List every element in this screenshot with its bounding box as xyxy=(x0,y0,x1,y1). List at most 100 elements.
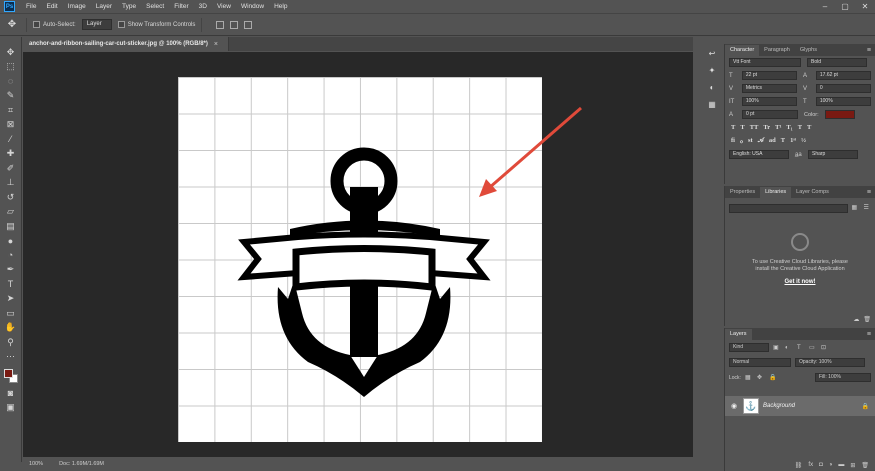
new-adjustment-icon[interactable]: ◑ xyxy=(829,462,833,469)
swatches-icon[interactable]: ▦ xyxy=(706,99,718,110)
marquee-tool-icon[interactable]: ⬚ xyxy=(3,60,19,75)
blend-mode-dropdown[interactable]: Normal xyxy=(729,358,791,367)
align-bottom-icon[interactable] xyxy=(244,20,253,29)
subscript-button[interactable]: T₁ xyxy=(786,124,792,131)
ligature-icon[interactable]: fi xyxy=(731,137,735,145)
fill-field[interactable]: Fill: 100% xyxy=(815,373,871,382)
maximize-button[interactable]: ▢ xyxy=(835,0,855,14)
tracking-field[interactable]: 0 xyxy=(815,84,871,93)
foreground-color-swatch[interactable] xyxy=(3,369,13,378)
document-canvas[interactable] xyxy=(178,77,542,442)
faux-italic-button[interactable]: T xyxy=(740,124,744,131)
language-dropdown[interactable]: English: USA xyxy=(729,150,789,159)
library-select[interactable] xyxy=(728,204,848,213)
document-tab[interactable]: anchor-and-ribbon-sailing-car-cut-sticke… xyxy=(23,37,229,51)
grid-view-icon[interactable]: ▦ xyxy=(852,204,860,213)
menu-filter[interactable]: Filter xyxy=(169,0,193,14)
tab-layer-comps[interactable]: Layer Comps xyxy=(791,187,834,198)
vertical-scale-field[interactable]: 100% xyxy=(741,97,797,106)
auto-select-dropdown[interactable]: Layer xyxy=(81,19,112,30)
quick-select-tool-icon[interactable]: ✎ xyxy=(3,89,19,104)
more-tools-icon[interactable]: ⋯ xyxy=(3,350,19,365)
delete-layer-icon[interactable]: 🗑 xyxy=(861,462,869,469)
filter-pixel-icon[interactable]: ▣ xyxy=(773,344,781,351)
lasso-tool-icon[interactable]: ◌ xyxy=(3,74,19,89)
lock-pixels-icon[interactable]: ▦ xyxy=(745,374,753,381)
strikethrough-button[interactable]: T xyxy=(807,124,811,131)
align-middle-icon[interactable] xyxy=(230,20,239,29)
tab-character[interactable]: Character xyxy=(725,45,760,56)
menu-image[interactable]: Image xyxy=(63,0,91,14)
dodge-tool-icon[interactable]: ◔ xyxy=(3,248,19,263)
lock-position-icon[interactable]: ✥ xyxy=(757,374,765,381)
cloud-sync-icon[interactable]: ☁ xyxy=(853,316,859,323)
all-caps-button[interactable]: TT xyxy=(750,124,759,131)
checkbox-box[interactable] xyxy=(117,21,125,28)
panel-menu-icon[interactable]: ≡ xyxy=(867,45,875,56)
menu-3d[interactable]: 3D xyxy=(194,0,212,14)
fractions-icon[interactable]: ½ xyxy=(801,137,806,145)
crop-tool-icon[interactable]: ⌗ xyxy=(3,103,19,118)
history-brush-tool-icon[interactable]: ↺ xyxy=(3,190,19,205)
pen-tool-icon[interactable]: ✒ xyxy=(3,263,19,278)
horizontal-scale-field[interactable]: 100% xyxy=(815,97,871,106)
discretionary-icon[interactable]: st xyxy=(748,137,753,145)
new-layer-icon[interactable]: ⊞ xyxy=(850,462,855,469)
leading-field[interactable]: 17.62 pt xyxy=(815,71,871,80)
screen-mode-icon[interactable]: ▣ xyxy=(3,401,19,416)
add-mask-icon[interactable]: ◘ xyxy=(819,462,823,469)
contextual-icon[interactable]: ℴ xyxy=(740,137,743,145)
brush-presets-icon[interactable]: ✦ xyxy=(706,65,718,76)
superscript-button[interactable]: T¹ xyxy=(775,124,781,131)
healing-brush-tool-icon[interactable]: ✚ xyxy=(3,147,19,162)
zoom-tool-icon[interactable]: ⚲ xyxy=(3,335,19,350)
antialias-dropdown[interactable]: Sharp xyxy=(808,150,858,159)
align-top-icon[interactable] xyxy=(216,20,225,29)
menu-type[interactable]: Type xyxy=(117,0,141,14)
adjustments-icon[interactable]: ◐ xyxy=(706,82,718,93)
lock-icon[interactable]: 🔒 xyxy=(862,403,869,410)
minimize-button[interactable]: – xyxy=(815,0,835,14)
brush-tool-icon[interactable]: ✐ xyxy=(3,161,19,176)
gradient-tool-icon[interactable]: ▤ xyxy=(3,219,19,234)
filter-adjustment-icon[interactable]: ◐ xyxy=(785,345,793,351)
move-tool-icon[interactable]: ✥ xyxy=(3,45,19,60)
panel-menu-icon[interactable]: ≡ xyxy=(867,329,875,340)
auto-select-checkbox[interactable]: Auto-Select: xyxy=(33,21,76,28)
get-it-now-link[interactable]: Get it now! xyxy=(785,279,816,285)
menu-edit[interactable]: Edit xyxy=(41,0,62,14)
clone-stamp-tool-icon[interactable]: ⊥ xyxy=(3,176,19,191)
list-view-icon[interactable]: ☰ xyxy=(864,204,872,213)
close-icon[interactable]: × xyxy=(214,41,218,48)
type-tool-icon[interactable]: T xyxy=(3,277,19,292)
lock-all-icon[interactable]: 🔒 xyxy=(769,374,777,381)
path-selection-tool-icon[interactable]: ➤ xyxy=(3,292,19,307)
show-transform-controls-checkbox[interactable]: Show Transform Controls xyxy=(117,21,195,28)
color-swatches[interactable] xyxy=(2,368,20,386)
layer-row[interactable]: ◉ ⚓ Background 🔒 xyxy=(725,396,875,416)
baseline-shift-field[interactable]: 0 pt xyxy=(742,110,798,119)
filter-type-icon[interactable]: T xyxy=(797,345,805,351)
eraser-tool-icon[interactable]: ▱ xyxy=(3,205,19,220)
trash-icon[interactable]: 🗑 xyxy=(863,316,871,323)
move-tool-icon[interactable]: ✥ xyxy=(4,19,20,30)
swash-icon[interactable]: 𝒜 xyxy=(758,137,764,145)
filter-smart-icon[interactable]: ⊡ xyxy=(821,344,829,351)
tab-libraries[interactable]: Libraries xyxy=(760,187,792,198)
visibility-eye-icon[interactable]: ◉ xyxy=(731,402,739,410)
layer-name[interactable]: Background xyxy=(763,403,795,409)
titling-icon[interactable]: T xyxy=(781,137,785,145)
filter-shape-icon[interactable]: ▭ xyxy=(809,344,817,351)
link-layers-icon[interactable]: ⛓ xyxy=(795,462,803,469)
menu-layer[interactable]: Layer xyxy=(91,0,117,14)
faux-bold-button[interactable]: T xyxy=(731,124,735,131)
stylistic-icon[interactable]: ad xyxy=(769,137,776,145)
document-size[interactable]: Doc: 1.69M/1.69M xyxy=(59,461,104,467)
quick-mask-icon[interactable]: ◙ xyxy=(3,386,19,401)
blur-tool-icon[interactable]: ● xyxy=(3,234,19,249)
layer-kind-filter[interactable]: Kind xyxy=(729,343,769,352)
rectangle-tool-icon[interactable]: ▭ xyxy=(3,306,19,321)
fx-icon[interactable]: fx xyxy=(808,462,813,469)
history-icon[interactable]: ↩ xyxy=(706,48,718,59)
text-color-swatch[interactable] xyxy=(824,110,855,119)
